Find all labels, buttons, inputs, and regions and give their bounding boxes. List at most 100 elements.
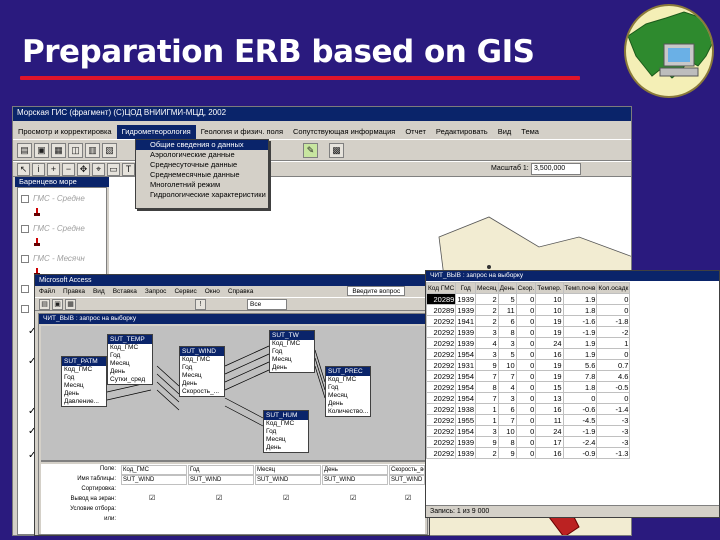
table-cell[interactable]: 19 (535, 370, 564, 382)
table-icon[interactable]: ▥ (85, 143, 100, 158)
table-cell[interactable]: 9 (497, 447, 517, 459)
table-cell[interactable]: 11 (535, 414, 564, 426)
table-cell[interactable]: 10 (497, 425, 517, 437)
table-cell[interactable]: 0 (515, 337, 537, 349)
table-cell[interactable]: 8 (497, 326, 517, 338)
show-checkbox[interactable]: ☑ (405, 494, 411, 502)
table-box-sut-prec[interactable]: SUT_PREC Код_ГМС Год Месяц День Количество..… (325, 366, 371, 417)
layer-item[interactable] (21, 304, 33, 313)
table-cell[interactable]: -1.8 (596, 315, 631, 327)
table-cell[interactable]: 3 (475, 326, 499, 338)
dropdown-item-longterm[interactable]: Многолетний режим (136, 180, 268, 190)
table-cell[interactable]: 3 (497, 392, 517, 404)
table-cell[interactable]: 0 (596, 348, 631, 360)
table-cell[interactable]: 1939 (455, 447, 477, 459)
table-cell[interactable]: 1 (475, 414, 499, 426)
result-datasheet[interactable]: Код ГМС Год Месяц День Скор. Темпер. Тем… (426, 282, 631, 459)
result-col-header[interactable]: Месяц (475, 282, 499, 294)
layer-checkbox[interactable] (21, 224, 29, 233)
table-cell[interactable]: 1 (475, 403, 499, 415)
dropdown-item-general[interactable]: Общие сведения о данных (136, 140, 268, 150)
menu-item-theme[interactable]: Тема (516, 125, 544, 139)
table-row[interactable]: 20292 1939 3 8 0 19 -1.9 -2 (426, 326, 631, 338)
table-cell[interactable]: 1954 (455, 381, 477, 393)
table-cell[interactable]: 1939 (455, 337, 477, 349)
table-cell[interactable]: 3 (475, 348, 499, 360)
table-cell[interactable]: 1.9 (562, 293, 598, 305)
table-cell[interactable]: 1 (596, 337, 631, 349)
table-cell[interactable]: 1939 (455, 326, 477, 338)
table-cell[interactable]: 3 (475, 425, 499, 437)
access-menu-edit[interactable]: Правка (59, 286, 89, 297)
table-cell[interactable]: -1.9 (562, 425, 598, 437)
table-cell[interactable]: 0 (515, 326, 537, 338)
table-cell[interactable]: 0 (515, 425, 537, 437)
table-cell[interactable]: -1.3 (596, 447, 631, 459)
menu-item-related[interactable]: Сопутствующая информация (288, 125, 400, 139)
result-col-header[interactable]: Код ГМС (426, 282, 457, 294)
menu-item-report[interactable]: Отчет (400, 125, 431, 139)
table-cell[interactable]: 2 (475, 447, 499, 459)
table-cell[interactable]: 0 (596, 304, 631, 316)
table-cell[interactable]: 1939 (455, 293, 477, 305)
table-cell[interactable]: 10 (535, 304, 564, 316)
grid-field-cell[interactable]: День (322, 465, 388, 475)
table-cell[interactable]: 10 (497, 359, 517, 371)
table-box-sut-hum[interactable]: SUT_HUM Код_ГМС Год Месяц День (263, 410, 309, 453)
table-cell[interactable]: 0 (515, 392, 537, 404)
table-cell[interactable]: 9 (475, 359, 499, 371)
table-cell[interactable]: -3 (596, 414, 631, 426)
text-icon[interactable]: T (122, 163, 135, 176)
table-box-sut-patm[interactable]: SUT_PATM Код_ГМС Год Месяц День Давление... (61, 356, 107, 407)
table-cell[interactable]: 19 (535, 315, 564, 327)
table-cell[interactable]: 20292 (426, 425, 457, 437)
table-cell[interactable]: 7.8 (562, 370, 598, 382)
layer-item[interactable]: ГМС - Средне (21, 194, 85, 203)
table-cell[interactable]: 6 (497, 403, 517, 415)
table-cell[interactable]: -1.6 (562, 315, 598, 327)
dropdown-item-hydrology[interactable]: Гидрологические характеристики (136, 190, 268, 200)
table-cell[interactable]: 1.8 (562, 304, 598, 316)
table-cell[interactable]: 16 (535, 447, 564, 459)
grid-field-cell[interactable]: Код_ГМС (121, 465, 187, 475)
select-icon[interactable]: ▭ (107, 163, 120, 176)
table-cell[interactable]: 11 (497, 304, 517, 316)
layer-item[interactable]: ГМС - Месячн (21, 254, 85, 263)
table-cell[interactable]: 1938 (455, 403, 477, 415)
pan-icon[interactable]: ✥ (77, 163, 90, 176)
table-cell[interactable]: 0 (515, 447, 537, 459)
print-icon[interactable]: ▦ (65, 299, 76, 310)
table-cell[interactable]: 10 (535, 293, 564, 305)
table-cell[interactable]: 5 (497, 293, 517, 305)
layer-checkbox[interactable] (21, 254, 29, 263)
table-cell[interactable]: 24 (535, 425, 564, 437)
table-cell[interactable]: 20289 (426, 304, 457, 316)
table-cell[interactable]: 2 (475, 293, 499, 305)
table-cell[interactable]: -3 (596, 425, 631, 437)
table-cell[interactable]: 1954 (455, 392, 477, 404)
table-cell[interactable]: 2 (475, 304, 499, 316)
table-cell[interactable]: 13 (535, 392, 564, 404)
table-cell[interactable]: 20292 (426, 326, 457, 338)
result-col-header[interactable]: Темпер. (535, 282, 564, 294)
access-menu-insert[interactable]: Вставка (109, 286, 141, 297)
table-cell[interactable]: 1.9 (562, 337, 598, 349)
table-cell[interactable]: 0 (515, 315, 537, 327)
layers-icon[interactable]: ◫ (68, 143, 83, 158)
top-values-select[interactable]: Все (247, 299, 287, 310)
table-cell[interactable]: 6 (497, 315, 517, 327)
menu-item-vid[interactable]: Вид (493, 125, 517, 139)
table-row[interactable]: 20292 1931 9 10 0 19 5.6 0.7 (426, 359, 631, 371)
table-cell[interactable]: 20292 (426, 414, 457, 426)
layer-item[interactable] (21, 284, 33, 293)
open-icon[interactable]: ▤ (17, 143, 32, 158)
grid-field-cell[interactable]: Месяц (255, 465, 321, 475)
access-menu-help[interactable]: Справка (224, 286, 258, 297)
table-row[interactable]: 20292 1939 2 9 0 16 -0.9 -1.3 (426, 447, 631, 459)
table-cell[interactable]: 1954 (455, 425, 477, 437)
table-cell[interactable]: 2 (475, 315, 499, 327)
table-box-sut-tw[interactable]: SUT_TW Код_ГМС Год Месяц День (269, 330, 315, 373)
layer-item[interactable]: ГМС - Средне (21, 224, 85, 233)
access-help-search-input[interactable]: Введите вопрос (347, 286, 406, 296)
pointer-icon[interactable]: ↖ (17, 163, 30, 176)
